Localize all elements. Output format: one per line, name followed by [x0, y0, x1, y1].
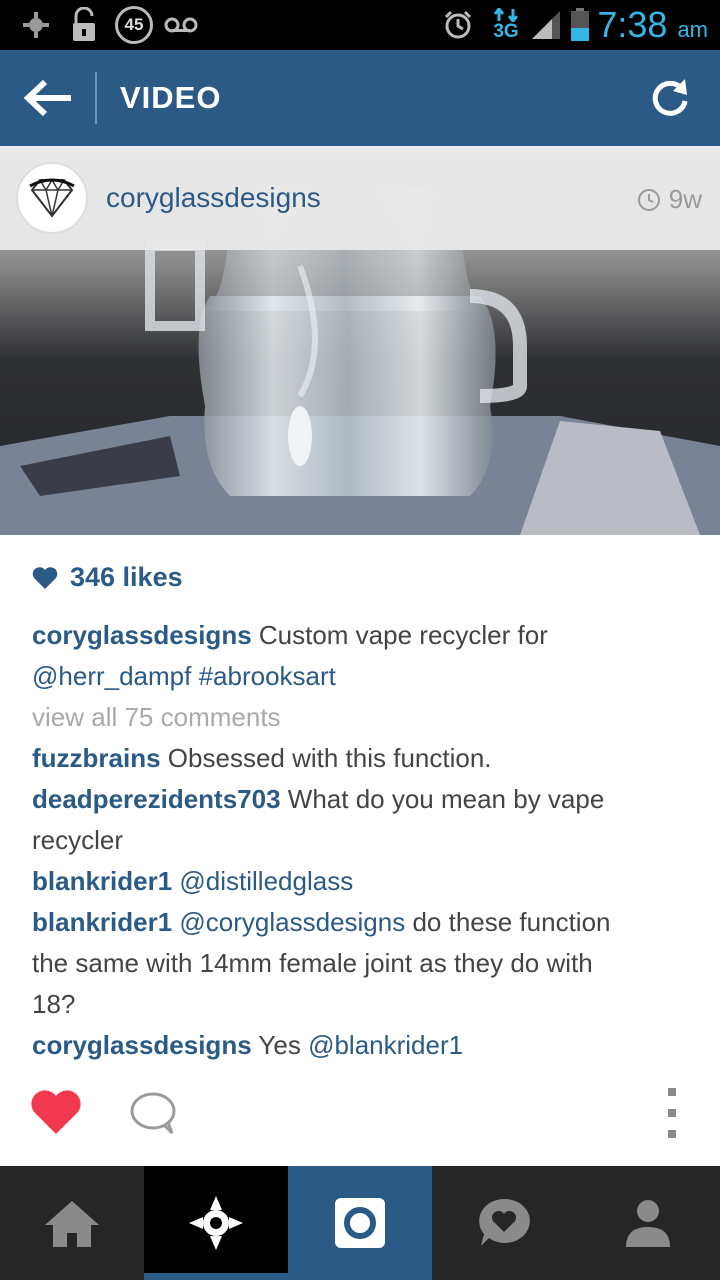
- alarm-icon: [440, 0, 476, 50]
- app-header: VIDEO: [0, 50, 720, 146]
- comment-username[interactable]: fuzzbrains: [32, 743, 161, 773]
- refresh-button[interactable]: [640, 70, 700, 126]
- avatar-logo-icon: [29, 178, 75, 218]
- post-time-ago: 9w: [668, 184, 702, 214]
- nav-profile[interactable]: [576, 1166, 720, 1280]
- more-icon-dot: [668, 1130, 676, 1138]
- heart-icon: [31, 1090, 81, 1134]
- arrow-left-icon: [23, 79, 71, 117]
- avatar[interactable]: [16, 162, 88, 234]
- comment-text: recycler: [32, 825, 124, 855]
- comment: coryglassdesigns Yes @blankrider1: [32, 1025, 692, 1066]
- comment-text: do these function: [405, 907, 611, 937]
- comment-text: What do you mean by vape: [280, 784, 605, 814]
- signal-icon: [528, 0, 564, 50]
- notification-count: 45: [115, 6, 153, 44]
- activity-icon: [479, 1198, 530, 1246]
- comment-continuation: the same with 14mm female joint as they …: [32, 943, 692, 984]
- explore-icon: [189, 1196, 243, 1250]
- comment: blankrider1 @distilledglass: [32, 861, 692, 902]
- bottom-nav: [0, 1166, 720, 1280]
- clock-icon: [637, 188, 660, 211]
- caption-username[interactable]: coryglassdesigns: [32, 620, 252, 650]
- back-button[interactable]: [18, 70, 78, 126]
- post-username[interactable]: coryglassdesigns: [106, 182, 321, 214]
- comment-button[interactable]: [128, 1090, 178, 1136]
- like-button[interactable]: [30, 1090, 82, 1136]
- more-button[interactable]: [660, 1088, 684, 1138]
- battery-icon: [568, 0, 592, 50]
- comment-icon: [130, 1092, 176, 1135]
- comment-text: the same with 14mm female joint as they …: [32, 948, 593, 978]
- camera-icon: [335, 1198, 385, 1248]
- caption-text: Custom vape recycler for: [251, 620, 548, 650]
- more-icon: [668, 1088, 676, 1096]
- network-type: 3G: [493, 21, 519, 42]
- caption: coryglassdesigns Custom vape recycler fo…: [32, 615, 692, 656]
- likes-label: 346 likes: [70, 562, 183, 592]
- comment-username[interactable]: deadperezidents703: [32, 784, 281, 814]
- profile-icon: [626, 1200, 670, 1247]
- nav-activity[interactable]: [432, 1166, 576, 1280]
- voicemail-icon: [162, 0, 200, 50]
- view-all-label: view all 75 comments: [32, 702, 281, 732]
- comment: deadperezidents703 What do you mean by v…: [32, 779, 692, 820]
- home-icon: [45, 1201, 99, 1247]
- caption-line-2: @herr_dampf #abrooksart: [32, 656, 692, 697]
- usb-debug-icon: [18, 0, 54, 50]
- data-arrows-icon: 3G: [488, 0, 524, 50]
- nav-camera[interactable]: [288, 1166, 432, 1280]
- caption-mention[interactable]: @herr_dampf: [32, 661, 191, 691]
- comment-text: 18?: [32, 989, 76, 1019]
- comment-username[interactable]: blankrider1: [32, 907, 172, 937]
- comment-mention[interactable]: @distilledglass: [172, 866, 353, 896]
- comment-mention[interactable]: @coryglassdesigns: [172, 907, 405, 937]
- nav-home[interactable]: [0, 1166, 144, 1280]
- refresh-icon: [652, 79, 688, 116]
- page-title: VIDEO: [120, 80, 222, 115]
- comment-username[interactable]: coryglassdesigns: [32, 1030, 252, 1060]
- comment-username[interactable]: blankrider1: [32, 866, 172, 896]
- comment: fuzzbrains Obsessed with this function.: [32, 738, 692, 779]
- comment-text: Yes: [251, 1030, 309, 1060]
- comment-continuation: 18?: [32, 984, 692, 1025]
- comment-text: Obsessed with this function.: [160, 743, 492, 773]
- small-heart-icon: [32, 566, 58, 589]
- comment: blankrider1 @coryglassdesigns do these f…: [32, 902, 692, 943]
- post-header: coryglassdesigns 9w: [0, 146, 720, 250]
- header-divider: [95, 72, 97, 124]
- clock: 7:38 am: [597, 4, 708, 46]
- nav-explore[interactable]: [144, 1166, 288, 1280]
- clock-ampm: am: [677, 17, 708, 42]
- view-all-comments[interactable]: view all 75 comments: [32, 697, 692, 738]
- notification-count-icon: 45: [112, 0, 156, 50]
- caption-hashtag[interactable]: #abrooksart: [191, 661, 336, 691]
- comment-mention[interactable]: @blankrider1: [308, 1030, 463, 1060]
- clock-time: 7:38: [597, 4, 668, 45]
- likes-count[interactable]: 346 likes: [32, 562, 183, 593]
- more-icon-dot: [668, 1109, 676, 1117]
- unlock-icon: [66, 0, 102, 50]
- comment-continuation: recycler: [32, 820, 692, 861]
- post-timestamp: 9w: [637, 184, 702, 215]
- status-bar: 45 3G 7:38 am: [0, 0, 720, 50]
